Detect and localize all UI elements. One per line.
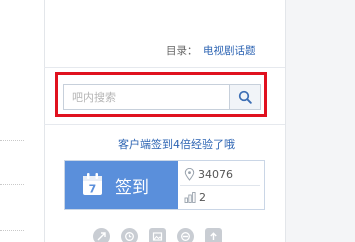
section-divider [44,124,285,125]
bar-chart-icon [184,192,196,203]
tieba-sidebar: 目录： 电视剧话题 客户端签到4倍经验了哦 7 签到 [0,0,355,242]
share-button[interactable] [93,228,110,242]
members-count: 34076 [198,168,233,181]
image-icon [152,232,163,241]
history-button[interactable] [121,228,138,242]
image-button[interactable] [149,228,166,242]
upload-button[interactable] [205,228,222,242]
rank-value: 2 [199,191,206,204]
section-divider [44,67,285,68]
search-icon [238,90,252,104]
right-gutter [286,0,355,242]
search-button[interactable] [229,85,260,109]
row-divider [0,140,24,141]
members-stat: 34076 [184,168,233,181]
catalog-label: 目录： [166,45,198,57]
stat-divider [180,185,260,186]
client-sign-promo[interactable]: 客户端签到4倍经验了哦 [118,136,235,152]
calendar-day: 7 [89,183,97,196]
sign-in-label: 签到 [115,178,149,198]
calendar-icon: 7 [83,173,102,196]
no-entry-icon [181,232,190,241]
sign-in-button[interactable]: 7 签到 [65,161,178,209]
share-icon [97,232,106,241]
sign-in-panel: 7 签到 34076 2 [64,160,265,210]
upload-icon [210,232,217,240]
search-bar [63,84,261,110]
search-input[interactable] [64,85,230,109]
clock-icon [125,232,134,241]
catalog-link[interactable]: 电视剧话题 [203,43,256,58]
block-button[interactable] [177,228,194,242]
rank-stat: 2 [184,191,206,204]
location-pin-icon [184,168,195,181]
column-divider [44,0,45,242]
row-divider [0,230,24,231]
row-divider [0,184,24,185]
